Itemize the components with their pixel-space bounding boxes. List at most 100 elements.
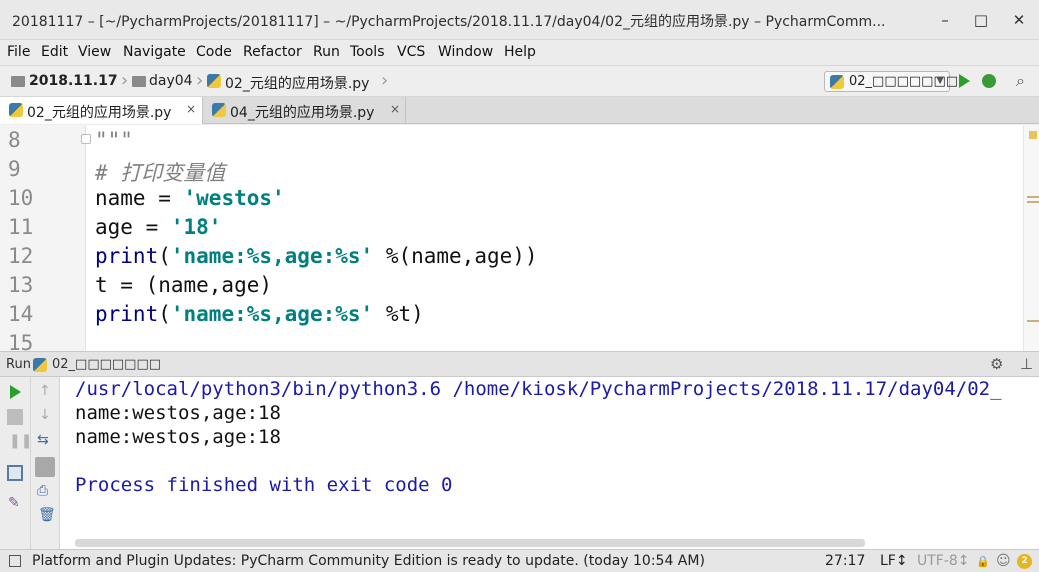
console-line: /usr/local/python3/bin/python3.6 /home/k… [75, 378, 1002, 400]
code-line[interactable]: age = '18' [95, 215, 221, 239]
code-token: print [95, 302, 159, 326]
stop-icon[interactable] [7, 409, 23, 425]
code-line[interactable]: # 打印变量值 [95, 157, 225, 187]
status-message[interactable]: Platform and Plugin Updates: PyCharm Com… [32, 553, 705, 569]
code-token: age = [95, 215, 171, 239]
inspector-icon[interactable]: ☺ [996, 553, 1011, 569]
code-token: ( [158, 302, 171, 326]
arrow-up-icon[interactable]: ↑ [39, 383, 51, 399]
code-token: 'name:%s,age:%s' [170, 244, 374, 268]
restore-layout-icon[interactable] [7, 465, 23, 481]
trash-icon[interactable]: 🗑 [38, 507, 56, 523]
pin-icon[interactable]: ✎ [8, 495, 20, 511]
python-file-icon [33, 358, 47, 372]
code-token: 'name:%s,age:%s' [170, 302, 374, 326]
code-token: %(name,age)) [373, 244, 538, 268]
code-token: t = (name,age) [95, 273, 273, 297]
run-icon[interactable] [959, 74, 970, 88]
code-line[interactable]: t = (name,age) [95, 273, 272, 297]
code-editor[interactable]: 8 """ 9 # 打印变量值 10 name = 'westos' 11 age = '18… [0, 125, 1039, 351]
code-token: %t) [373, 302, 424, 326]
python-file-icon [9, 103, 23, 117]
line-number: 15 [8, 331, 34, 351]
minimize-button[interactable]: – [932, 8, 958, 32]
debug-icon[interactable] [982, 74, 996, 88]
console-line: Process finished with exit code 0 [75, 474, 453, 496]
run-config-dropdown[interactable]: 02_□□□□□□□ ▼ [824, 71, 958, 92]
console-line: name:westos,age:18 [75, 426, 281, 448]
lock-icon[interactable]: 🔒 [976, 555, 990, 568]
warning-marker-icon [1029, 131, 1037, 139]
caret-position[interactable]: 27:17 [825, 553, 865, 569]
soft-wrap-icon[interactable]: ⇆ [37, 432, 49, 448]
code-token: name = [95, 186, 184, 210]
code-line[interactable]: print('name:%s,age:%s' %t) [95, 302, 424, 326]
search-icon[interactable]: ⌕ [1016, 71, 1025, 91]
line-number: 13 [8, 273, 34, 297]
breadcrumb-separator-icon: › [196, 70, 204, 91]
close-window-button[interactable]: ✕ [1006, 8, 1032, 32]
print-icon[interactable]: ⎙ [37, 483, 48, 499]
tool-windows-icon[interactable] [9, 555, 21, 567]
code-line[interactable]: """ [95, 128, 133, 152]
breadcrumb-separator-icon: › [381, 70, 389, 91]
run-panel-config[interactable]: 02_□□□□□□□ [52, 357, 161, 372]
code-token: 'westos' [183, 186, 285, 210]
menu-navigate[interactable]: Navigate [123, 44, 186, 60]
console-line: name:westos,age:18 [75, 402, 281, 424]
menu-refactor[interactable]: Refactor [243, 44, 302, 60]
code-line[interactable]: print('name:%s,age:%s' %(name,age)) [95, 244, 538, 268]
title-bar: 20181117 – [~/PycharmProjects/20181117] … [0, 0, 1039, 40]
breadcrumb-folder[interactable]: day04 [149, 73, 193, 89]
line-number: 8 [8, 128, 21, 152]
tab-file-02[interactable]: 02_元组的应用场景.py × [0, 97, 203, 124]
scroll-to-end-icon[interactable] [35, 457, 55, 477]
code-token: ( [158, 244, 171, 268]
run-panel-title: Run [6, 357, 31, 372]
pause-icon[interactable]: ❚❚ [9, 433, 32, 449]
code-line[interactable]: name = 'westos' [95, 186, 285, 210]
status-bar: Platform and Plugin Updates: PyCharm Com… [0, 549, 1039, 572]
line-number: 10 [8, 186, 34, 210]
file-encoding[interactable]: UTF-8↕ [917, 553, 970, 569]
run-console[interactable]: /usr/local/python3/bin/python3.6 /home/k… [60, 377, 1039, 549]
close-icon[interactable]: × [390, 102, 400, 116]
code-token: '18' [170, 215, 222, 239]
menu-help[interactable]: Help [504, 44, 536, 60]
maximize-button[interactable]: □ [968, 8, 994, 32]
menu-edit[interactable]: Edit [41, 44, 68, 60]
close-icon[interactable]: × [186, 102, 196, 116]
folder-icon [11, 76, 25, 87]
python-file-icon [830, 75, 844, 89]
fold-icon[interactable] [81, 134, 91, 144]
code-token: # 打印变量值 [95, 161, 226, 185]
menu-vcs[interactable]: VCS [397, 44, 425, 60]
python-file-icon [207, 74, 221, 88]
line-number: 14 [8, 302, 34, 326]
hide-panel-icon[interactable]: ⊥ [1020, 355, 1033, 373]
menu-window[interactable]: Window [438, 44, 493, 60]
rerun-icon[interactable] [10, 385, 21, 399]
code-token: print [95, 244, 159, 268]
line-number: 9 [8, 157, 21, 181]
arrow-down-icon[interactable]: ↓ [39, 407, 51, 423]
python-file-icon [212, 103, 226, 117]
breadcrumb-file[interactable]: 02_元组的应用场景.py [225, 73, 369, 93]
menu-view[interactable]: View [78, 44, 111, 60]
run-toolbar: ❚❚ ✎ [0, 377, 32, 549]
menu-tools[interactable]: Tools [350, 44, 385, 60]
menu-file[interactable]: File [7, 44, 30, 60]
code-marker [1027, 196, 1039, 198]
error-stripe[interactable] [1023, 125, 1039, 351]
breadcrumb-project[interactable]: 2018.11.17 [29, 73, 118, 89]
menu-code[interactable]: Code [196, 44, 232, 60]
notification-badge[interactable]: 2 [1017, 554, 1032, 569]
menu-run[interactable]: Run [313, 44, 340, 60]
editor-tab-bar: 02_元组的应用场景.py × 04_元组的应用场景.py × [0, 97, 1039, 124]
tab-file-04[interactable]: 04_元组的应用场景.py × [203, 97, 406, 124]
chevron-down-icon: ▼ [936, 75, 944, 86]
code-marker [1027, 201, 1039, 203]
line-separator[interactable]: LF↕ [880, 553, 908, 569]
gear-icon[interactable]: ⚙ [990, 355, 1003, 373]
horizontal-scrollbar[interactable] [75, 539, 865, 547]
